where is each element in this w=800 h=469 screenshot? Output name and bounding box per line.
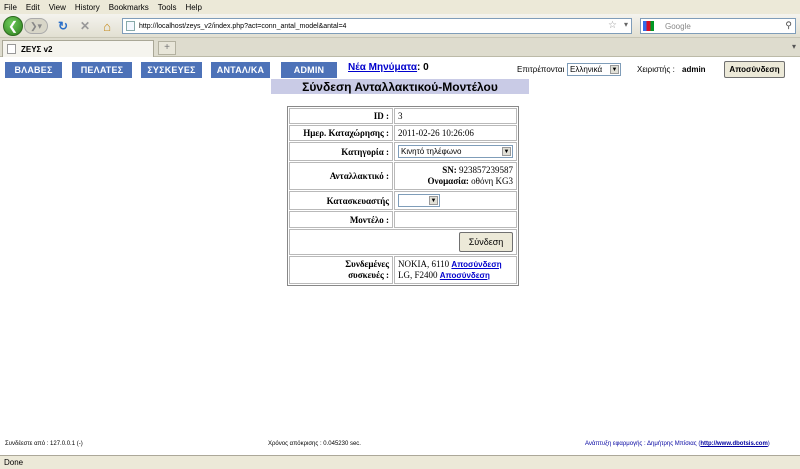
id-label: ID : <box>289 108 393 124</box>
new-tab-button[interactable]: + <box>158 41 176 55</box>
nav-admin[interactable]: ADMIN <box>281 62 337 78</box>
url-text: http://localhost/zeys_v2/index.php?act=c… <box>139 22 347 30</box>
part-sn-value: 923857239587 <box>459 165 513 175</box>
browser-tab-bar: ΖΕΥΣ v2 + ▾ <box>0 38 800 57</box>
credit-link[interactable]: http://www.dbotsis.com <box>700 441 767 447</box>
logout-button[interactable]: Αποσύνδεση <box>724 61 785 78</box>
page-title: Σύνδεση Ανταλλακτικού-Μοντέλου <box>271 79 529 94</box>
part-sn-line: SN: 923857239587 <box>398 165 513 176</box>
user-name: admin <box>682 65 706 74</box>
connected-devices-list: NOKIA, 6110 Αποσύνδεση LG, F2400 Αποσύνδ… <box>394 256 517 284</box>
connected-devices-label: Συνδεμένες συσκευές : <box>289 256 393 284</box>
disconnect-link[interactable]: Αποσύνδεση <box>440 271 490 280</box>
category-cell: Κινητό τηλέφωνο ▼ <box>394 142 517 161</box>
status-text: Done <box>4 458 24 467</box>
stop-icon[interactable]: ✕ <box>76 17 94 35</box>
model-value <box>394 211 517 228</box>
category-row: Κατηγορία : Κινητό τηλέφωνο ▼ <box>289 142 517 161</box>
nav-devices[interactable]: ΣΥΣΚΕΥΕΣ <box>141 62 202 78</box>
device-name: LG, F2400 <box>398 270 438 280</box>
part-name-label: Ονομασία: <box>427 176 469 186</box>
menu-edit[interactable]: Edit <box>26 3 40 12</box>
connected-devices-row: Συνδεμένες συσκευές : NOKIA, 6110 Αποσύν… <box>289 256 517 284</box>
back-arrow-icon[interactable]: ❮ <box>3 16 23 36</box>
nav-faults[interactable]: ΒΛΑΒΕΣ <box>5 62 62 78</box>
browser-status-bar: Done <box>0 455 800 469</box>
footer-response-time: Χρόνος απόκρισης : 0.045230 sec. <box>268 441 361 447</box>
connect-row: Σύνδεση <box>289 229 517 255</box>
home-icon[interactable]: ⌂ <box>98 17 116 35</box>
browser-nav-toolbar: ❮ ❯▾ ↻ ✕ ⌂ http://localhost/zeys_v2/inde… <box>0 14 800 38</box>
bookmark-star-icon[interactable]: ☆ <box>608 20 617 31</box>
chevron-down-icon[interactable]: ▼ <box>429 196 438 205</box>
category-label: Κατηγορία : <box>289 142 393 161</box>
search-input[interactable]: Google ⚲ <box>640 18 796 34</box>
tab-page-icon <box>7 44 16 54</box>
part-model-form: ID : 3 Ημερ. Καταχώρησης : 2011-02-26 10… <box>287 106 519 286</box>
chevron-down-icon[interactable]: ▼ <box>502 147 511 156</box>
menu-tools[interactable]: Tools <box>158 3 177 12</box>
date-label: Ημερ. Καταχώρησης : <box>289 125 393 141</box>
connect-cell: Σύνδεση <box>289 229 517 255</box>
credit-suffix: ) <box>767 441 770 447</box>
nav-parts[interactable]: ΑΝΤΑΛ/ΚΑ <box>211 62 270 78</box>
part-details: SN: 923857239587 Ονομασία: οθόνη KG3 <box>394 162 517 190</box>
id-row: ID : 3 <box>289 108 517 124</box>
manufacturer-row: Κατασκευαστής ▼ <box>289 191 517 210</box>
date-value: 2011-02-26 10:26:06 <box>394 125 517 141</box>
disconnect-link[interactable]: Αποσύνδεση <box>451 260 501 269</box>
menu-history[interactable]: History <box>75 3 100 12</box>
device-name: NOKIA, 6110 <box>398 259 450 269</box>
language-select[interactable]: Ελληνικά ▼ <box>567 63 621 76</box>
menu-help[interactable]: Help <box>185 3 201 12</box>
nav-customers[interactable]: ΠΕΛΑΤΕΣ <box>72 62 132 78</box>
tab-zeys[interactable]: ΖΕΥΣ v2 <box>2 40 154 57</box>
part-label: Ανταλλακτικό : <box>289 162 393 190</box>
forward-arrow-icon[interactable]: ❯▾ <box>24 18 48 34</box>
manufacturer-label: Κατασκευαστής <box>289 191 393 210</box>
manufacturer-cell: ▼ <box>394 191 517 210</box>
language-value: Ελληνικά <box>570 65 603 74</box>
reload-icon[interactable]: ↻ <box>54 17 72 35</box>
menu-view[interactable]: View <box>49 3 66 12</box>
new-messages-label[interactable]: Νέα Μηνύματα <box>348 62 417 73</box>
language-label: Επιτρέπονται : <box>517 65 569 74</box>
search-placeholder: Google <box>665 21 691 31</box>
url-dropdown-icon[interactable]: ▾ <box>624 20 628 29</box>
tab-list-icon[interactable]: ▾ <box>792 42 796 51</box>
connected-label-line1: Συνδεμένες <box>345 259 389 269</box>
user-label: Χειριστής : <box>637 65 675 74</box>
model-label: Μοντέλο : <box>289 211 393 228</box>
search-icon[interactable]: ⚲ <box>785 20 792 31</box>
menu-bookmarks[interactable]: Bookmarks <box>109 3 149 12</box>
chevron-down-icon[interactable]: ▼ <box>610 65 619 74</box>
device-item: NOKIA, 6110 Αποσύνδεση <box>398 259 513 270</box>
date-row: Ημερ. Καταχώρησης : 2011-02-26 10:26:06 <box>289 125 517 141</box>
credit-prefix: Ανάπτυξη εφαρμογής : Δημήτρης Μπίσιας ( <box>585 441 701 447</box>
category-select[interactable]: Κινητό τηλέφωνο ▼ <box>398 145 513 158</box>
part-row: Ανταλλακτικό : SN: 923857239587 Ονομασία… <box>289 162 517 190</box>
new-messages-count: : 0 <box>417 62 429 73</box>
page-icon <box>126 21 135 31</box>
browser-menu-bar: File Edit View History Bookmarks Tools H… <box>0 0 800 14</box>
manufacturer-select[interactable]: ▼ <box>398 194 440 207</box>
category-value: Κινητό τηλέφωνο <box>401 147 462 156</box>
model-row: Μοντέλο : <box>289 211 517 228</box>
part-name-line: Ονομασία: οθόνη KG3 <box>398 176 513 187</box>
part-name-value: οθόνη KG3 <box>471 176 513 186</box>
tab-title: ΖΕΥΣ v2 <box>21 44 53 54</box>
google-icon[interactable] <box>643 21 654 31</box>
device-item: LG, F2400 Αποσύνδεση <box>398 270 513 281</box>
menu-file[interactable]: File <box>4 3 17 12</box>
connected-label-line2: συσκευές : <box>348 270 389 280</box>
url-bar[interactable]: http://localhost/zeys_v2/index.php?act=c… <box>122 18 632 34</box>
part-sn-label: SN: <box>442 165 457 175</box>
connect-button[interactable]: Σύνδεση <box>459 232 513 252</box>
footer-ip: Συνδέεστε από : 127.0.0.1 (-) <box>5 441 83 447</box>
footer-credit: Ανάπτυξη εφαρμογής : Δημήτρης Μπίσιας (h… <box>585 441 770 447</box>
id-value: 3 <box>394 108 517 124</box>
new-messages-link[interactable]: Νέα Μηνύματα <box>348 62 417 73</box>
